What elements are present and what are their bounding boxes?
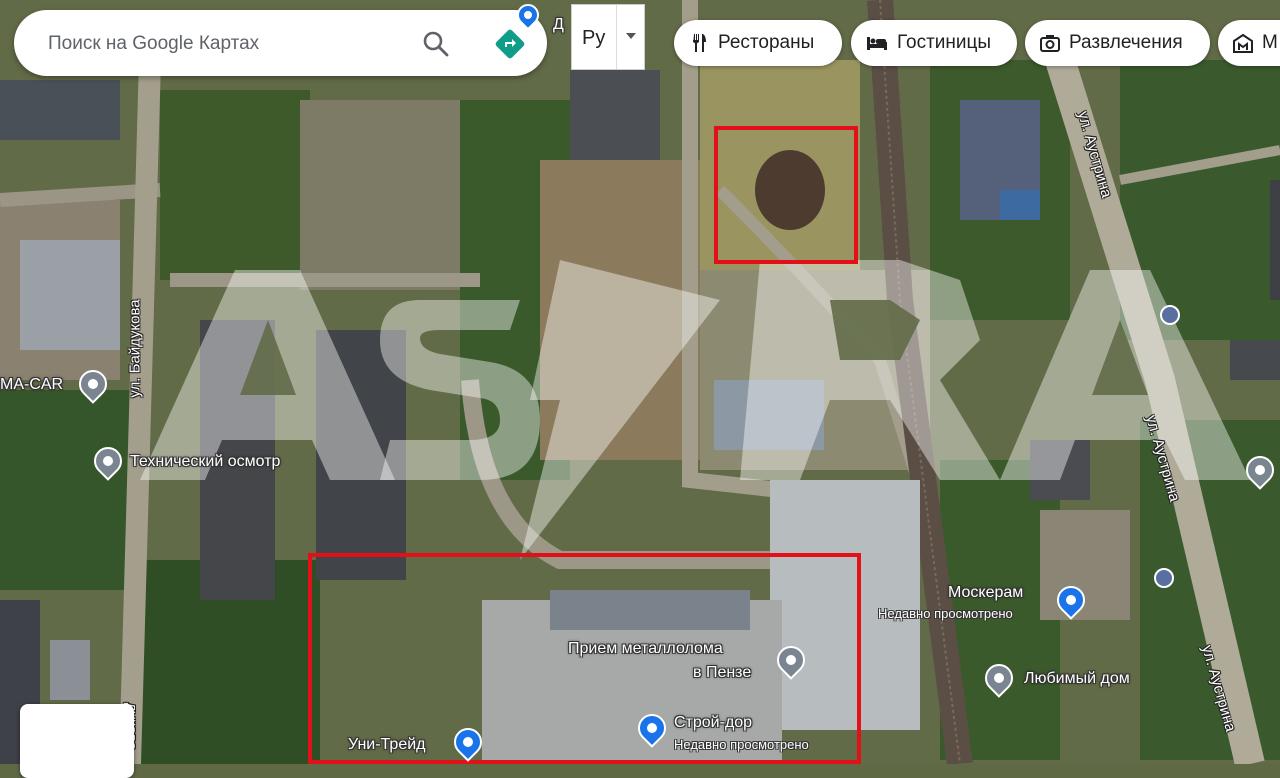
- place-label-ma-car[interactable]: MA-CAR: [0, 376, 63, 394]
- place-label-metal-scrap-1[interactable]: Прием металлолома: [568, 640, 723, 658]
- bus-stop-icon[interactable]: [1160, 305, 1180, 325]
- place-label-lyubimy-dom[interactable]: Любимый дом: [1024, 670, 1130, 688]
- street-label-baidukova: ул. Байдукова: [126, 299, 144, 398]
- search-input[interactable]: [46, 32, 410, 56]
- chip-label: Рестораны: [718, 32, 815, 53]
- directions-icon[interactable]: [493, 27, 527, 66]
- chip-label: М: [1262, 32, 1278, 53]
- chevron-down-icon: [626, 33, 636, 39]
- camera-icon: [1040, 35, 1060, 52]
- layers-thumbnail[interactable]: [20, 704, 134, 778]
- chip-restaurants[interactable]: Рестораны: [674, 20, 842, 66]
- place-label-moskeram[interactable]: Москерам: [948, 584, 1023, 602]
- place-label-top-partial[interactable]: Д: [553, 16, 564, 34]
- place-label-stroy-dor[interactable]: Строй-дор: [674, 714, 752, 732]
- chip-entertainment[interactable]: Развлечения: [1025, 20, 1210, 66]
- search-icon[interactable]: [422, 30, 450, 63]
- place-sublabel-stroy-dor: Недавно просмотрено: [674, 737, 809, 752]
- divider: [616, 5, 617, 69]
- search-bar: [14, 10, 547, 76]
- place-sublabel-moskeram: Недавно просмотрено: [878, 606, 1013, 621]
- place-label-tech-inspection[interactable]: Технический осмотр: [130, 453, 280, 471]
- language-label: Ру: [582, 27, 606, 49]
- place-label-metal-scrap-2[interactable]: в Пензе: [693, 664, 751, 682]
- chip-label: Развлечения: [1069, 32, 1183, 53]
- fork-knife-icon: [693, 34, 706, 52]
- bus-stop-icon[interactable]: [1154, 568, 1174, 588]
- place-label-uni-treid[interactable]: Уни-Трейд: [348, 736, 426, 754]
- museum-icon: [1233, 33, 1253, 53]
- chip-museums[interactable]: М: [1218, 20, 1280, 66]
- chip-hotels[interactable]: Гостиницы: [851, 20, 1017, 66]
- language-selector[interactable]: Ру: [571, 4, 645, 70]
- highlight-box-top: [714, 126, 858, 264]
- bed-icon: [867, 37, 887, 50]
- chip-label: Гостиницы: [897, 32, 992, 53]
